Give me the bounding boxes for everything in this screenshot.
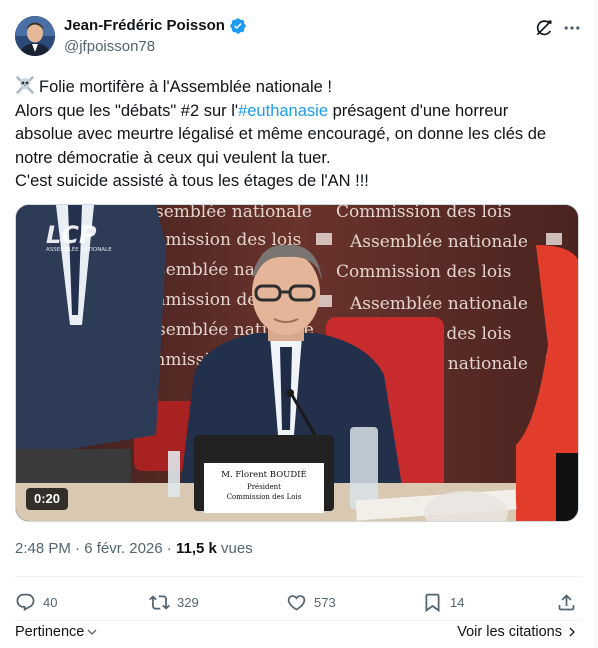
tweet-meta: 2:48 PM · 6 févr. 2026 · 11,5 k vues [15, 539, 253, 559]
action-bar: 40 329 573 14 [15, 590, 583, 614]
lcp-logo: LCP [46, 221, 97, 249]
video-duration-badge: 0:20 [26, 488, 69, 510]
divider [15, 620, 583, 621]
share-icon [558, 593, 575, 610]
sort-label: Pertinence [15, 624, 85, 640]
backdrop-text: Assemblée nationale [349, 232, 528, 252]
tweet-card: Jean-Frédéric Poisson @jfpoisson78 Folie… [0, 0, 597, 648]
views-label: vues [221, 540, 253, 557]
tweet-text: Folie mortifère à l'Assemblée nationale … [15, 75, 583, 194]
backdrop-text: Commission des lois [336, 262, 511, 282]
author-display-name[interactable]: Jean-Frédéric Poisson [64, 16, 225, 36]
video-player[interactable]: Assemblée nationale Commission des lois … [15, 204, 579, 522]
reply-icon [16, 593, 35, 611]
tweet-line-5: C'est suicide assisté à tous les étages … [15, 172, 369, 190]
tweet-line-2: Alors que les "débats" #2 sur l'#euthana… [15, 100, 583, 124]
tweet-line-4: notre démocratie à ceux qui veulent la t… [15, 148, 331, 167]
verified-badge-icon[interactable] [229, 17, 247, 35]
tweet-text-line1: Folie mortifère à l'Assemblée nationale … [39, 78, 332, 96]
tweet-text-line2-before: Alors que les "débats" #2 sur l' [15, 101, 239, 120]
views-count: 11,5 k [175, 540, 217, 557]
nameplate-role: Commission des Lois [227, 493, 302, 501]
bookmark-count: 14 [450, 594, 465, 610]
nameplate-name: M. Florent BOUDIÉ [221, 468, 306, 480]
grok-icon[interactable] [533, 17, 555, 39]
more-options-icon[interactable] [561, 17, 583, 39]
chevron-right-icon [569, 627, 575, 637]
lcp-logo-subtitle: ASSEMBLÉE NATIONALE [46, 245, 112, 253]
like-button[interactable]: 573 [286, 590, 336, 614]
view-quotes-link[interactable]: Voir les citations [457, 624, 578, 640]
backdrop-text: Assemblée nationale [349, 294, 528, 314]
tweet-line-1: Folie mortifère à l'Assemblée nationale … [15, 75, 583, 100]
like-count: 573 [314, 594, 336, 610]
divider [15, 576, 583, 577]
bookmark-button[interactable]: 14 [422, 590, 464, 614]
tweet-date[interactable]: 6 févr. 2026 [84, 540, 162, 557]
sort-relevance-dropdown[interactable]: Pertinence [15, 624, 98, 640]
tweet-time[interactable]: 2:48 PM [15, 540, 71, 557]
meta-separator: · [166, 540, 172, 557]
share-button[interactable] [556, 590, 577, 614]
bookmark-icon [425, 593, 440, 612]
heart-icon [287, 594, 306, 611]
tweet-line-3: absolue avec meurtre légalisé et même en… [15, 125, 547, 143]
repost-count: 329 [177, 594, 199, 610]
author-handle[interactable]: @jfpoisson78 [64, 37, 155, 57]
backdrop-text: Assemblée nationale [133, 205, 312, 222]
tweet-text-line2-after: présagent d'une horreur [328, 101, 509, 120]
chevron-down-icon [87, 629, 97, 635]
reply-button[interactable]: 40 [15, 590, 57, 614]
meta-separator: · [75, 540, 81, 557]
backdrop-text: Commission des lois [336, 205, 511, 222]
nameplate-role: Président [247, 483, 281, 491]
view-quotes-label: Voir les citations [457, 624, 562, 640]
author-name-row: Jean-Frédéric Poisson [64, 16, 247, 36]
repost-icon [149, 594, 170, 610]
repost-button[interactable]: 329 [149, 590, 199, 614]
hashtag-link[interactable]: #euthanasie [238, 102, 328, 120]
avatar[interactable] [15, 16, 55, 56]
skull-crossbones-icon [15, 75, 35, 95]
reply-count: 40 [43, 594, 58, 610]
